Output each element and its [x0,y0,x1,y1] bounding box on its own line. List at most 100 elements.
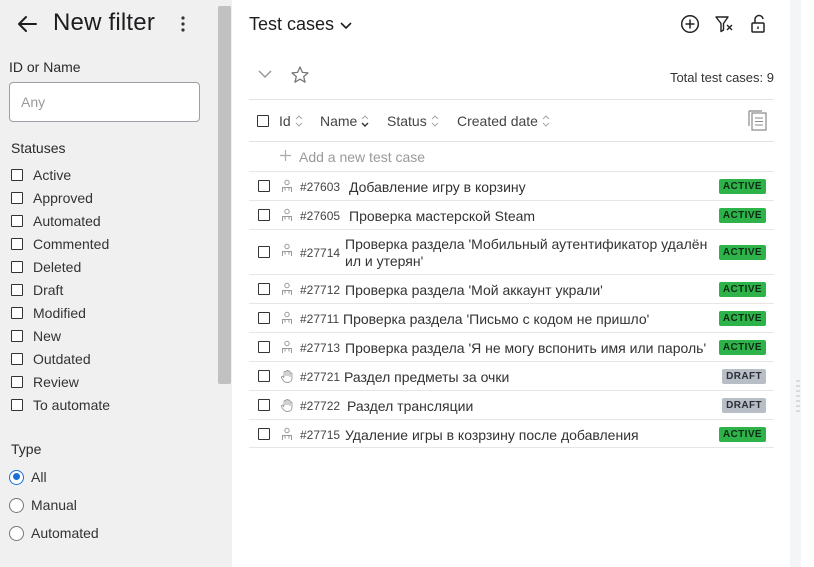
row-name[interactable]: Проверка раздела 'Мобильный аутентификат… [345,236,717,270]
status-option-outdated[interactable]: Outdated [11,349,91,369]
radio-selected[interactable] [9,469,24,485]
unlock-icon[interactable] [748,14,768,34]
row-name[interactable]: Раздел предметы за очки [344,369,509,386]
radio[interactable] [9,525,24,541]
row-checkbox[interactable] [258,283,270,295]
divider [249,141,774,142]
type-option-all[interactable]: All [9,467,47,487]
manual-hand-icon [281,370,293,383]
table-row[interactable]: #27605 Проверка мастерской Steam ACTIVE [249,200,774,229]
checkbox[interactable] [11,261,23,273]
table-row[interactable]: #27713 Проверка раздела 'Я не могу вспон… [249,332,774,361]
table-row[interactable]: #27711 Проверка раздела 'Письмо с кодом … [249,303,774,332]
checkbox[interactable] [11,215,23,227]
add-test-case-row[interactable]: Add a new test case [249,143,774,171]
checkbox[interactable] [11,169,23,181]
row-checkbox[interactable] [258,312,270,324]
sort-icon [431,115,439,127]
sort-icon [295,115,303,127]
table-header: Id Name Status Created date [249,101,774,141]
status-option-deleted[interactable]: Deleted [11,257,81,277]
row-name[interactable]: Добавление игру в корзину [349,179,526,196]
table-row[interactable]: #27712 Проверка раздела 'Мой аккаунт укр… [249,274,774,303]
status-option-approved[interactable]: Approved [11,188,93,208]
statuses-label: Statuses [11,140,66,156]
id-name-input[interactable] [9,82,200,122]
column-created-date[interactable]: Created date [457,113,550,129]
checkbox[interactable] [11,330,23,342]
add-circle-icon[interactable] [680,14,700,34]
column-status[interactable]: Status [387,113,439,129]
row-checkbox[interactable] [258,428,270,440]
row-id: #27721 [300,370,341,384]
column-id[interactable]: Id [279,113,303,129]
row-id: #27605 [300,209,341,223]
type-option-manual[interactable]: Manual [9,495,77,515]
radio[interactable] [9,497,24,513]
status-badge: ACTIVE [718,208,766,223]
checkbox[interactable] [11,376,23,388]
row-checkbox[interactable] [258,370,270,382]
row-checkbox[interactable] [258,246,270,258]
automated-icon [282,179,292,192]
status-option-to-automate[interactable]: To automate [11,395,110,415]
select-all-checkbox[interactable] [257,115,269,127]
status-option-draft[interactable]: Draft [11,280,63,300]
filter-header: New filter [0,0,216,50]
row-checkbox[interactable] [258,209,270,221]
status-badge: DRAFT [722,369,766,384]
table-row[interactable]: #27603 Добавление игру в корзину ACTIVE [249,171,774,200]
checkbox[interactable] [11,307,23,319]
row-id: #27714 [300,246,341,260]
star-icon[interactable] [290,65,310,85]
add-test-case-link[interactable]: Add a new test case [299,149,425,165]
row-name[interactable]: Проверка мастерской Steam [349,208,535,225]
status-option-modified[interactable]: Modified [11,303,86,323]
arrow-left-icon[interactable] [14,12,40,36]
more-vertical-icon[interactable] [175,14,191,34]
status-option-new[interactable]: New [11,326,61,346]
type-label: Type [11,441,42,457]
row-name[interactable]: Проверка раздела 'Я не могу вспонить имя… [345,340,706,357]
automated-icon [282,427,292,440]
table-row[interactable]: #27714 Проверка раздела 'Мобильный аутен… [249,229,774,274]
column-settings-icon[interactable] [748,110,768,132]
chevron-down-icon[interactable] [257,66,273,82]
row-name[interactable]: Проверка раздела 'Мой аккаунт украли' [345,282,603,299]
status-badge: ACTIVE [718,311,766,326]
row-name[interactable]: Проверка раздела 'Письмо с кодом не приш… [343,311,649,328]
status-badge: ACTIVE [718,179,766,194]
total-test-cases: Total test cases: 9 [669,70,774,85]
row-name[interactable]: Раздел трансляции [347,398,473,415]
table-row[interactable]: #27715 Удаление игры в козрзину после до… [249,419,774,448]
row-id: #27713 [300,341,341,355]
row-checkbox[interactable] [258,399,270,411]
status-option-active[interactable]: Active [11,165,71,185]
automated-icon [282,282,292,295]
table-row[interactable]: #27721 Раздел предметы за очки DRAFT [249,361,774,390]
status-option-automated[interactable]: Automated [11,211,101,231]
table-row[interactable]: #27722 Раздел трансляции DRAFT [249,390,774,419]
row-checkbox[interactable] [258,180,270,192]
automated-icon [282,208,292,221]
checkbox[interactable] [11,284,23,296]
checkbox[interactable] [11,399,23,411]
checkbox[interactable] [11,192,23,204]
sort-icon [542,115,550,127]
status-badge: ACTIVE [718,245,766,260]
type-option-automated[interactable]: Automated [9,523,99,543]
status-option-review[interactable]: Review [11,372,79,392]
row-name[interactable]: Удаление игры в козрзину после добавлени… [345,427,639,444]
row-checkbox[interactable] [258,341,270,353]
clear-filter-icon[interactable] [714,14,734,34]
filter-scrollbar-thumb[interactable] [218,6,231,384]
checkbox[interactable] [11,353,23,365]
checkbox[interactable] [11,238,23,250]
resize-handle-icon[interactable] [796,379,800,415]
id-name-label: ID or Name [9,59,81,75]
column-name[interactable]: Name [320,113,369,129]
automated-icon [282,243,292,256]
status-option-commented[interactable]: Commented [11,234,109,254]
row-id: #27722 [300,399,341,413]
test-cases-dropdown[interactable]: Test cases [249,14,353,35]
